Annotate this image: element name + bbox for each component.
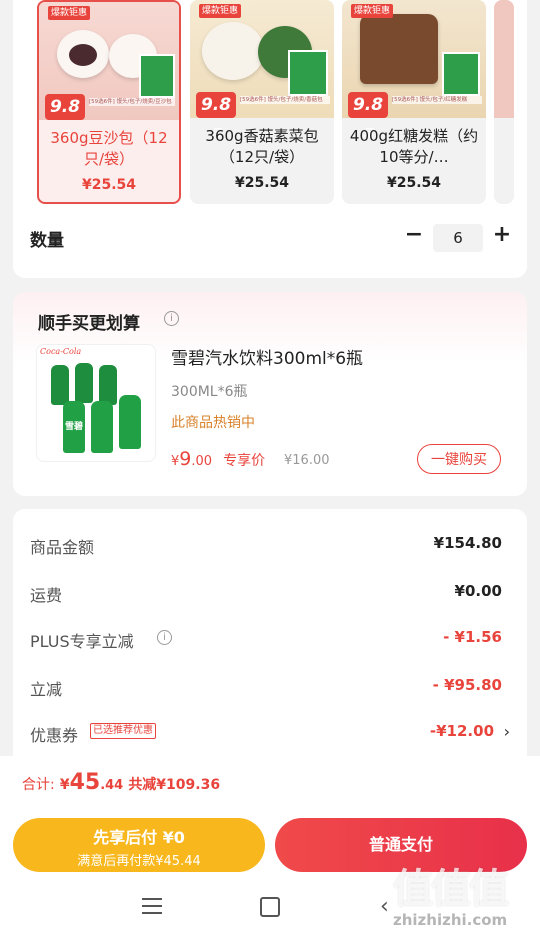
package-image	[442, 52, 480, 96]
info-icon[interactable]: i	[157, 630, 172, 645]
bun-image	[202, 22, 264, 80]
summary-value: -¥12.00	[429, 722, 494, 740]
summary-value: - ¥1.56	[443, 628, 502, 646]
addon-hot-label: 此商品热销中	[171, 415, 255, 431]
addon-product-name[interactable]: 雪碧汽水饮料300ml*6瓶	[171, 344, 363, 369]
cake-image	[360, 14, 438, 84]
total-integer: 45	[69, 770, 101, 795]
price-decimal: .00	[191, 454, 213, 469]
product-option-3[interactable]: 爆款钜惠 9.8元 [59选6件] 馒头/包子/红糖发糕 400g红糖发糕（约1…	[342, 0, 486, 204]
product-name: 360g豆沙包（12只/袋）	[50, 129, 168, 168]
pay-later-subtitle: 满意后再付款¥45.44	[77, 854, 201, 869]
product-price: ¥25.54	[81, 177, 137, 193]
summary-value: - ¥95.80	[432, 676, 502, 694]
bottle-icon	[51, 365, 69, 405]
summary-label: PLUS专享立减	[30, 632, 134, 651]
addon-spec: 300ML*6瓶	[171, 384, 248, 400]
summary-row-goods: 商品金额 ¥154.80	[30, 534, 510, 558]
nav-back-icon[interactable]: ‹	[380, 894, 389, 919]
watermark-logo: 值值值	[393, 866, 509, 912]
bun-filling	[69, 44, 97, 66]
price-badge: 9.8元	[196, 92, 236, 139]
price-integer: 9	[179, 448, 192, 470]
quantity-minus-button[interactable]: −	[403, 222, 425, 247]
summary-label: 运费	[30, 586, 63, 605]
product-select-card: 爆款钜惠 9.8元 [59选6件] 馒头/包子/烧卖/豆沙包 360g豆沙包（1…	[13, 0, 527, 278]
info-icon[interactable]: i	[164, 311, 179, 326]
product-name: 400g红糖发糕（约10等分/…	[349, 127, 479, 166]
one-click-buy-button[interactable]: 一键购买	[417, 444, 501, 474]
nav-home-icon[interactable]	[260, 897, 280, 917]
promo-tag: 爆款钜惠	[199, 4, 242, 18]
price-tag: 专享价	[223, 453, 266, 469]
total-decimal: .44	[100, 778, 124, 793]
quantity-plus-button[interactable]: +	[491, 222, 513, 247]
product-option-4-peek[interactable]	[494, 0, 514, 204]
bottle-icon	[119, 395, 141, 449]
bottle-icon	[99, 365, 117, 405]
package-image	[288, 50, 328, 96]
summary-row-plus-discount: PLUS专享立减 i - ¥1.56	[30, 628, 510, 652]
summary-row-instant-discount: 立减 - ¥95.80	[30, 676, 510, 700]
summary-value: ¥154.80	[433, 534, 502, 552]
product-image	[494, 0, 514, 118]
product-desc: [59选6件] 馒头/包子/烧卖/香菇包	[240, 96, 330, 104]
package-image	[139, 54, 175, 98]
chevron-right-icon: ›	[503, 722, 510, 741]
summary-row-coupon[interactable]: 优惠券 已选推荐优惠 -¥12.00 ›	[30, 722, 510, 746]
addon-card: 顺手买更划算 i Coca-Cola 雪碧 雪碧汽水饮料300ml*6瓶 300…	[13, 292, 527, 496]
addon-product-image[interactable]: Coca-Cola 雪碧	[36, 344, 156, 462]
summary-label: 立减	[30, 680, 63, 699]
addon-price: ¥9.00 专享价	[171, 448, 265, 470]
product-price: ¥25.54	[234, 175, 290, 191]
bottle-label: 雪碧	[65, 422, 84, 432]
product-option-2[interactable]: 爆款钜惠 9.8元 [59选6件] 馒头/包子/烧卖/香菇包 360g香菇素菜包…	[190, 0, 334, 204]
total-symbol: ¥	[59, 777, 70, 793]
brand-logo: Coca-Cola	[40, 347, 82, 356]
product-price: ¥25.54	[386, 175, 442, 191]
total-saved: 共减¥109.36	[128, 777, 221, 793]
product-desc: [59选6件] 馒头/包子/烧卖/豆沙包	[89, 98, 175, 106]
coupon-tag: 已选推荐优惠	[90, 723, 156, 739]
bottle-icon	[75, 363, 93, 403]
total-line: 合计: ¥45.44 共减¥109.36	[22, 770, 220, 795]
total-label: 合计:	[22, 777, 55, 793]
nav-menu-icon[interactable]	[142, 898, 162, 914]
price-badge: 9.8元	[45, 94, 85, 141]
addon-title: 顺手买更划算	[38, 314, 140, 334]
promo-tag: 爆款钜惠	[351, 4, 394, 18]
addon-original-price: ¥16.00	[284, 453, 330, 468]
pay-later-title: 先享后付 ¥0	[93, 828, 185, 847]
summary-label: 商品金额	[30, 538, 95, 557]
bottle-icon	[91, 401, 113, 453]
promo-tag: 爆款钜惠	[48, 6, 91, 20]
product-desc: [59选6件] 馒头/包子/红糖发糕	[392, 96, 482, 104]
product-option-1[interactable]: 爆款钜惠 9.8元 [59选6件] 馒头/包子/烧卖/豆沙包 360g豆沙包（1…	[37, 0, 181, 204]
price-badge: 9.8元	[348, 92, 388, 139]
summary-value: ¥0.00	[454, 582, 502, 600]
pay-later-button[interactable]: 先享后付 ¥0 满意后再付款¥45.44	[13, 818, 265, 872]
product-name: 360g香菇素菜包（12只/袋）	[205, 127, 319, 166]
quantity-label: 数量	[30, 231, 64, 251]
normal-pay-label: 普通支付	[368, 835, 433, 854]
watermark-site: zhizhizhi.com	[393, 911, 508, 929]
summary-row-shipping: 运费 ¥0.00	[30, 582, 510, 606]
quantity-input[interactable]: 6	[433, 224, 483, 252]
summary-label: 优惠券	[30, 726, 79, 745]
